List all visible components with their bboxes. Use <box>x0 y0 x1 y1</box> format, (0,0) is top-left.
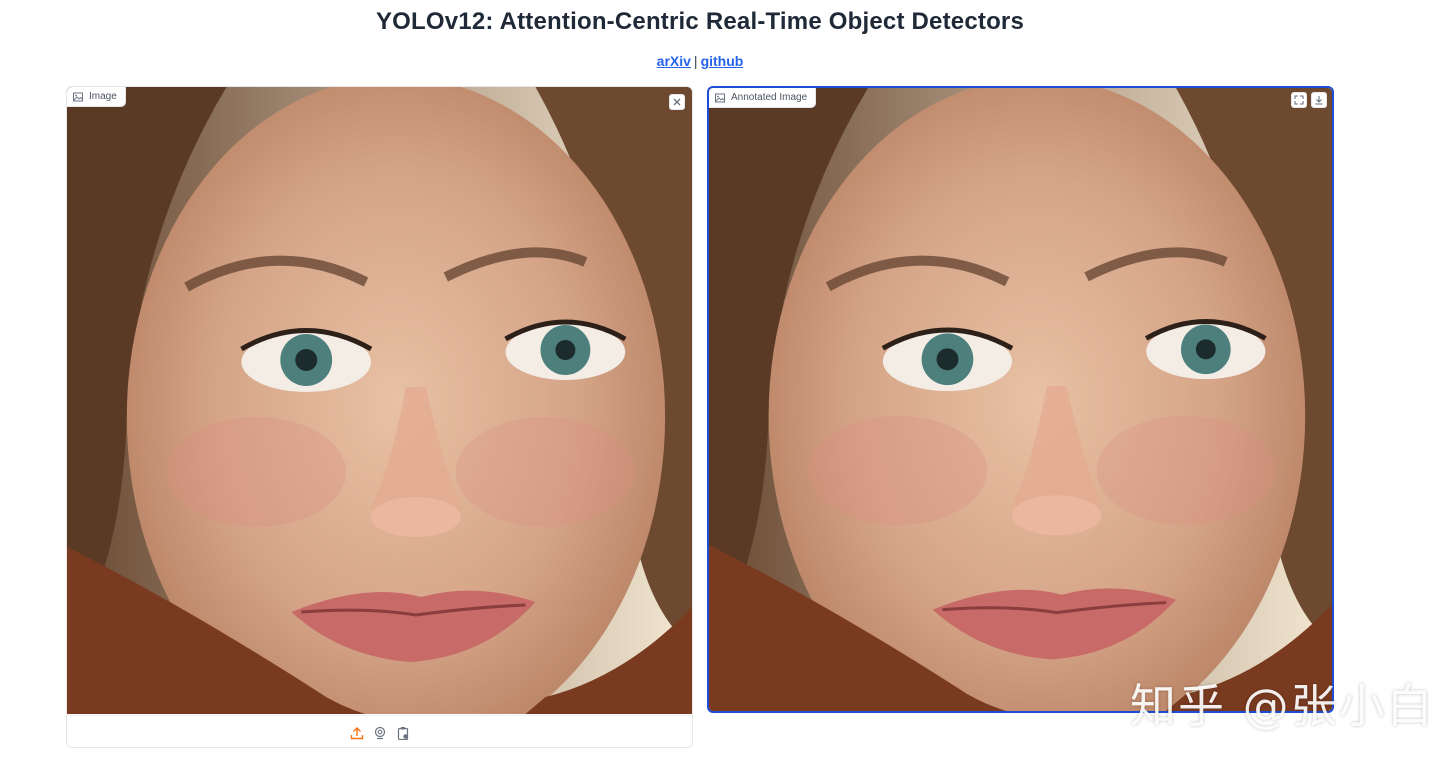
header-links: arXiv | github <box>0 53 1400 69</box>
webcam-icon <box>374 726 385 740</box>
annotated-portrait-image <box>709 88 1332 711</box>
upload-icon <box>350 727 363 740</box>
download-icon <box>1315 96 1323 105</box>
close-icon <box>673 98 681 106</box>
upload-button[interactable] <box>349 725 365 741</box>
fullscreen-button[interactable] <box>1291 92 1307 108</box>
input-portrait-image <box>67 87 692 714</box>
input-image-panel[interactable]: Image <box>66 86 693 748</box>
link-separator: | <box>693 53 698 69</box>
input-image-label-text: Image <box>89 91 117 102</box>
download-button[interactable] <box>1311 92 1327 108</box>
arxiv-link[interactable]: arXiv <box>657 53 691 69</box>
webcam-button[interactable] <box>372 725 388 741</box>
paste-clipboard-button[interactable] <box>395 725 411 741</box>
fullscreen-icon <box>1294 95 1304 105</box>
annotated-image-panel: Annotated Image <box>707 86 1334 713</box>
image-icon <box>715 93 725 102</box>
input-image-label: Image <box>67 87 126 107</box>
annotated-image-label-text: Annotated Image <box>731 92 808 103</box>
annotated-image-label: Annotated Image <box>709 88 817 108</box>
image-icon <box>73 92 83 101</box>
github-link[interactable]: github <box>701 53 744 69</box>
clipboard-icon <box>397 727 408 740</box>
zhihu-watermark: 知乎 @张小白 <box>1130 679 1435 733</box>
page-title: YOLOv12: Attention-Centric Real-Time Obj… <box>375 8 1025 35</box>
clear-image-button[interactable] <box>669 94 685 110</box>
image-source-toolbar <box>67 715 692 747</box>
